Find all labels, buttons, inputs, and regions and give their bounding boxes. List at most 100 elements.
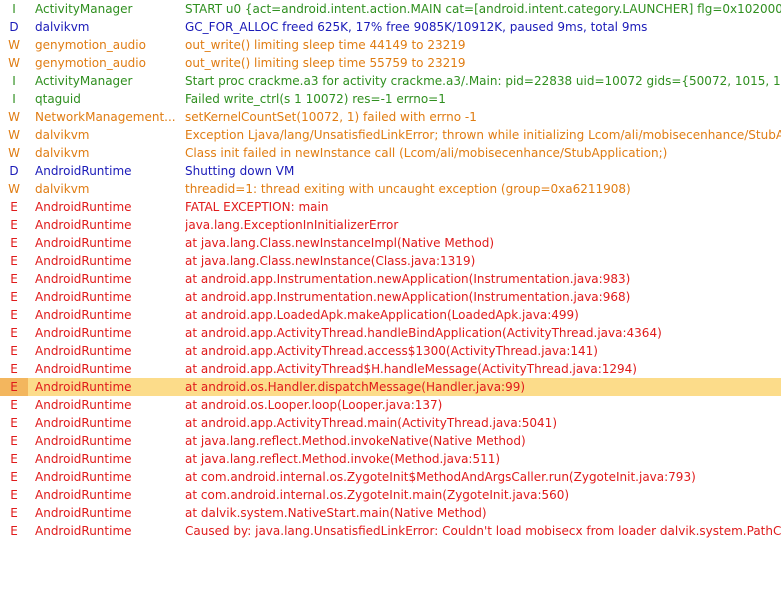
log-message: at android.app.ActivityThread.handleBind…	[185, 326, 662, 340]
log-tag: AndroidRuntime	[35, 506, 132, 520]
log-level: D	[9, 164, 19, 178]
log-level: E	[10, 524, 18, 538]
log-row[interactable]: Iqtaguid Failed write_ctrl(s 1 10072) res…	[0, 90, 781, 108]
log-message: Class init failed in newInstance call (L…	[185, 146, 668, 160]
log-row[interactable]: E AndroidRuntime at com.android.internal.o…	[0, 486, 781, 504]
log-row[interactable]: I ActivityManager START u0 {act=android.in…	[0, 0, 781, 18]
log-level: E	[10, 326, 18, 340]
log-row[interactable]: W NetworkManagement... setKernelCountSet(1…	[0, 108, 781, 126]
log-row[interactable]: E AndroidRuntime at android.app.ActivityTh…	[0, 324, 781, 342]
log-level: E	[10, 488, 18, 502]
log-tag: AndroidRuntime	[35, 218, 132, 232]
log-row[interactable]: E AndroidRuntime at android.app.Instrument…	[0, 288, 781, 306]
log-row[interactable]: E AndroidRuntime at android.app.ActivityTh…	[0, 414, 781, 432]
log-level: E	[10, 272, 18, 286]
log-tag: ActivityManager	[35, 2, 133, 16]
log-level: E	[10, 344, 18, 358]
log-tag: AndroidRuntime	[35, 290, 132, 304]
log-row[interactable]: Wgenymotion_audio out_write() limiting sl…	[0, 36, 781, 54]
logcat-table: I ActivityManager START u0 {act=android.in…	[0, 0, 781, 540]
log-level: E	[10, 398, 18, 412]
log-tag: AndroidRuntime	[35, 362, 132, 376]
log-row[interactable]: Wdalvikvm Exception Ljava/lang/Unsatisfie…	[0, 126, 781, 144]
log-message: at android.app.ActivityThread.access$130…	[185, 344, 598, 358]
log-message: at java.lang.reflect.Method.invoke(Metho…	[185, 452, 501, 466]
log-tag: AndroidRuntime	[35, 308, 132, 322]
log-tag: AndroidRuntime	[35, 416, 132, 430]
log-level: W	[8, 128, 20, 142]
log-tag: AndroidRuntime	[35, 164, 132, 178]
log-tag: AndroidRuntime	[35, 272, 132, 286]
log-level: E	[10, 254, 18, 268]
log-message: out_write() limiting sleep time 55759 to…	[185, 56, 466, 70]
log-level: I	[12, 92, 16, 106]
log-message: setKernelCountSet(10072, 1) failed with …	[185, 110, 477, 124]
log-message: Start proc crackme.a3 for activity crack…	[185, 74, 781, 88]
log-row[interactable]: I ActivityManager Start proc crackme.a3 fo…	[0, 72, 781, 90]
log-row[interactable]: E AndroidRuntime Caused by: java.lang.Unsa…	[0, 522, 781, 540]
log-message: FATAL EXCEPTION: main	[185, 200, 329, 214]
log-level: E	[10, 200, 18, 214]
log-row[interactable]: E AndroidRuntime at android.app.LoadedApk.…	[0, 306, 781, 324]
log-tag: AndroidRuntime	[35, 488, 132, 502]
log-level: E	[10, 506, 18, 520]
log-message: out_write() limiting sleep time 44149 to…	[185, 38, 466, 52]
log-level: W	[8, 146, 20, 160]
log-row[interactable]: E AndroidRuntime at java.lang.reflect.Meth…	[0, 450, 781, 468]
log-message: at android.os.Handler.dispatchMessage(Ha…	[185, 380, 526, 394]
log-level: W	[8, 38, 20, 52]
log-tag: AndroidRuntime	[35, 470, 132, 484]
log-tag: AndroidRuntime	[35, 236, 132, 250]
log-message: at java.lang.reflect.Method.invokeNative…	[185, 434, 526, 448]
log-message: GC_FOR_ALLOC freed 625K, 17% free 9085K/…	[185, 20, 648, 34]
log-row[interactable]: E AndroidRuntime at dalvik.system.NativeSt…	[0, 504, 781, 522]
log-row[interactable]: Wdalvikvm threadid=1: thread exiting with…	[0, 180, 781, 198]
log-tag: AndroidRuntime	[35, 326, 132, 340]
log-row[interactable]: Wdalvikvm Class init failed in newInstanc…	[0, 144, 781, 162]
log-row[interactable]: E AndroidRuntime FATAL EXCEPTION: main	[0, 198, 781, 216]
log-level: E	[10, 452, 18, 466]
log-tag: qtaguid	[35, 92, 81, 106]
log-tag: AndroidRuntime	[35, 200, 132, 214]
log-message: threadid=1: thread exiting with uncaught…	[185, 182, 631, 196]
log-level: E	[10, 218, 18, 232]
log-message: at android.app.Instrumentation.newApplic…	[185, 272, 631, 286]
log-level: I	[12, 74, 16, 88]
log-row[interactable]: Wgenymotion_audio out_write() limiting sl…	[0, 54, 781, 72]
log-message: java.lang.ExceptionInInitializerError	[185, 218, 399, 232]
log-tag: AndroidRuntime	[35, 254, 132, 268]
log-message: at java.lang.Class.newInstanceImpl(Nativ…	[185, 236, 494, 250]
log-tag: AndroidRuntime	[35, 452, 132, 466]
log-message: at dalvik.system.NativeStart.main(Native…	[185, 506, 487, 520]
log-row[interactable]: Ddalvikvm GC_FOR_ALLOC freed 625K, 17% fr…	[0, 18, 781, 36]
log-level: I	[12, 2, 16, 16]
log-row[interactable]: E AndroidRuntime at com.android.internal.o…	[0, 468, 781, 486]
log-row[interactable]: E AndroidRuntime at java.lang.reflect.Meth…	[0, 432, 781, 450]
log-row[interactable]: D AndroidRuntime Shutting down VM	[0, 162, 781, 180]
log-level: W	[8, 56, 20, 70]
log-level: E	[10, 416, 18, 430]
log-message: Caused by: java.lang.UnsatisfiedLinkErro…	[185, 524, 781, 538]
log-row[interactable]: E AndroidRuntime java.lang.ExceptionInInit…	[0, 216, 781, 234]
log-level: E	[10, 236, 18, 250]
log-tag: AndroidRuntime	[35, 434, 132, 448]
log-row[interactable]: E AndroidRuntime at android.os.Handler.dis…	[0, 378, 781, 396]
log-message: at com.android.internal.os.ZygoteInit.ma…	[185, 488, 570, 502]
log-row[interactable]: E AndroidRuntime at android.os.Looper.loop…	[0, 396, 781, 414]
log-message: Failed write_ctrl(s 1 10072) res=-1 errn…	[185, 92, 446, 106]
log-message: Exception Ljava/lang/UnsatisfiedLinkErro…	[185, 128, 781, 142]
log-tag: dalvikvm	[35, 128, 90, 142]
log-level: E	[10, 362, 18, 376]
log-row[interactable]: E AndroidRuntime at android.app.ActivityTh…	[0, 342, 781, 360]
log-message: at android.app.Instrumentation.newApplic…	[185, 290, 631, 304]
log-message: Shutting down VM	[185, 164, 295, 178]
log-row[interactable]: E AndroidRuntime at android.app.Instrument…	[0, 270, 781, 288]
log-tag: AndroidRuntime	[35, 380, 132, 394]
log-tag: NetworkManagement...	[35, 110, 176, 124]
log-message: at android.app.ActivityThread.main(Activ…	[185, 416, 557, 430]
log-row[interactable]: E AndroidRuntime at android.app.ActivityTh…	[0, 360, 781, 378]
log-row[interactable]: E AndroidRuntime at java.lang.Class.newIns…	[0, 252, 781, 270]
log-tag: AndroidRuntime	[35, 344, 132, 358]
log-row[interactable]: E AndroidRuntime at java.lang.Class.newIns…	[0, 234, 781, 252]
log-message: at java.lang.Class.newInstance(Class.jav…	[185, 254, 476, 268]
